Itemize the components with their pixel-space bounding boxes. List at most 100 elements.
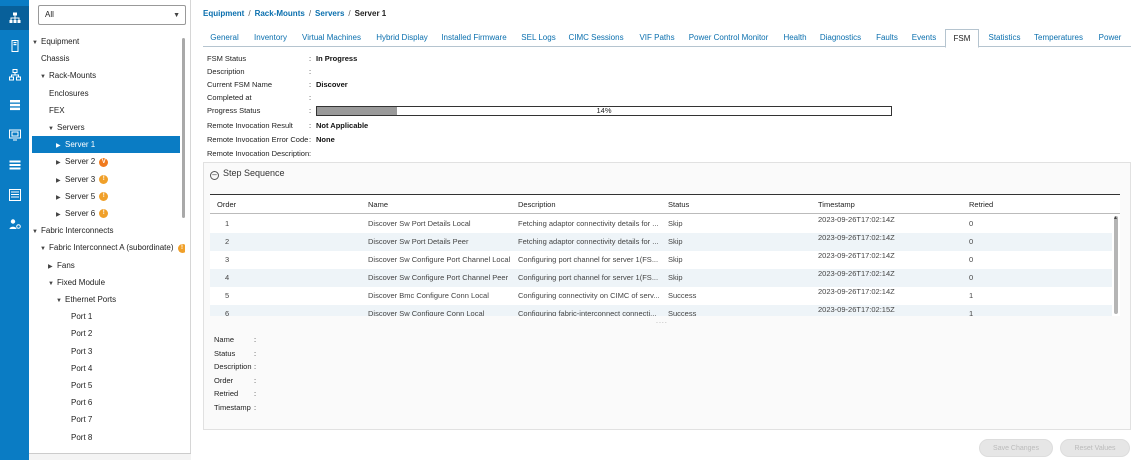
breadcrumb-link-rack-mounts[interactable]: Rack-Mounts [255, 9, 305, 18]
cell-status: Skip [668, 219, 683, 228]
breadcrumb-separator: / [248, 9, 251, 18]
cell-timestamp: 2023-09-26T17:02:14Z [818, 233, 895, 242]
table-row[interactable]: 4 Discover Sw Configure Port Channel Peer… [210, 269, 1112, 287]
tree-item-port-2[interactable]: Port 2 [71, 325, 92, 342]
tree-item-port-6[interactable]: Port 6 [71, 394, 92, 411]
tree-item-fans[interactable]: ▶ Fans [48, 257, 75, 274]
tree-item-port-7[interactable]: Port 7 [71, 411, 92, 428]
scroll-up-arrow-icon[interactable]: ▲ [1113, 215, 1118, 221]
cell-order: 1 [225, 219, 230, 228]
caret-down-icon[interactable]: ▼ [40, 69, 49, 86]
minor-fault-icon: ! [99, 174, 109, 184]
tab-installed-firmware[interactable]: Installed Firmware [438, 29, 510, 47]
minor-fault-icon: ! [99, 192, 109, 202]
rail-item-lan[interactable] [0, 63, 29, 87]
tree-item-enclosures[interactable]: Enclosures [49, 85, 89, 102]
tab-virtual-machines[interactable]: Virtual Machines [300, 29, 363, 47]
step-sequence-header[interactable]: – Step Sequence [210, 167, 285, 180]
tree-item-label: Server 5 [65, 191, 96, 201]
nav-horizontal-scrollbar[interactable] [29, 453, 191, 460]
rail-item-vm[interactable] [0, 123, 29, 147]
tab-faults[interactable]: Faults [872, 29, 902, 47]
tree-item-fex[interactable]: FEX [49, 102, 65, 119]
caret-down-icon[interactable]: ▼ [56, 293, 65, 310]
column-header-name[interactable]: Name [368, 195, 388, 214]
cell-order: 4 [225, 273, 230, 282]
rail-item-admin-list[interactable] [0, 183, 29, 207]
table-row[interactable]: 3 Discover Sw Configure Port Channel Loca… [210, 251, 1112, 269]
rail-item-user-settings[interactable] [0, 212, 29, 236]
cell-timestamp: 2023-09-26T17:02:14Z [818, 251, 895, 260]
tree-item-port-8[interactable]: Port 8 [71, 429, 92, 446]
tree-item-server-1[interactable]: ▶ Server 1 [32, 136, 180, 154]
tab-temperatures[interactable]: Temperatures [1030, 29, 1087, 47]
reset-values-button[interactable]: Reset Values [1060, 439, 1130, 457]
tab-inventory[interactable]: Inventory [252, 29, 289, 47]
tree-item-port-4[interactable]: Port 4 [71, 360, 92, 377]
tree-item-fixed-module[interactable]: ▼ Fixed Module [48, 274, 105, 291]
table-row[interactable]: 2 Discover Sw Port Details Peer Fetching a… [210, 233, 1112, 251]
rail-item-san-storage[interactable] [0, 93, 29, 117]
minor-fault-icon: ! [99, 209, 109, 219]
cell-retried: 1 [969, 309, 974, 316]
rail-item-storage-stack[interactable] [0, 153, 29, 177]
pane-splitter[interactable]: .... [656, 318, 668, 325]
tab-power-control-monitor[interactable]: Power Control Monitor [686, 29, 771, 47]
table-scrollbar[interactable]: ▲ [1113, 215, 1118, 314]
table-scrollbar-thumb[interactable] [1114, 216, 1118, 314]
detail-colon: : [254, 335, 257, 344]
tree-item-server-3[interactable]: ▶ Server 3! [56, 171, 109, 188]
lan-icon [8, 69, 21, 81]
tree-item-server-6[interactable]: ▶ Server 6! [56, 205, 109, 222]
detail-colon: : [254, 403, 257, 412]
tree-item-port-3[interactable]: Port 3 [71, 343, 92, 360]
tab-diagnostics[interactable]: Diagnostics [818, 29, 863, 47]
tree-item-port-5[interactable]: Port 5 [71, 377, 92, 394]
tab-statistics[interactable]: Statistics [988, 29, 1021, 47]
column-header-status[interactable]: Status [668, 195, 689, 214]
tree-item-label: Port 2 [71, 329, 93, 339]
detail-label: Name [214, 335, 235, 344]
fsm-remote-error-label: Remote Invocation Error Code [207, 135, 309, 144]
breadcrumb-link-equipment[interactable]: Equipment [203, 9, 244, 18]
cell-description: Fetching adaptor connectivity details fo… [518, 237, 659, 246]
tree-item-port-1[interactable]: Port 1 [71, 308, 92, 325]
table-row[interactable]: 5 Discover Bmc Configure Conn Local Config… [210, 287, 1112, 305]
column-header-description[interactable]: Description [518, 195, 556, 214]
tab-fsm[interactable]: FSM [945, 29, 979, 48]
tab-health[interactable]: Health [779, 29, 811, 47]
tree-item-server-5[interactable]: ▶ Server 5! [56, 188, 109, 205]
nav-filter-dropdown[interactable]: All ▼ [38, 5, 186, 25]
tree-item-equipment[interactable]: ▼ Equipment [32, 33, 79, 50]
tree-item-fabric-interconnects[interactable]: ▼ Fabric Interconnects [32, 222, 113, 239]
tab-cimc-sessions[interactable]: CIMC Sessions [565, 29, 627, 47]
tab-general[interactable]: General [203, 29, 246, 47]
caret-down-icon[interactable]: ▼ [32, 35, 41, 52]
tree-item-label: Fans [57, 260, 75, 270]
collapse-minus-icon[interactable]: – [210, 171, 219, 180]
save-changes-button[interactable]: Save Changes [979, 439, 1053, 457]
fsm-current-name-label: Current FSM Name [207, 80, 273, 89]
tree-item-server-2[interactable]: ▶ Server 2V [56, 153, 109, 170]
tree-item-label: Rack-Mounts [49, 71, 97, 81]
column-header-retried[interactable]: Retried [969, 195, 993, 214]
table-row[interactable]: 6 Discover Sw Configure Conn Local Configu… [210, 305, 1112, 316]
detail-label: Timestamp [214, 403, 251, 412]
tab-sel-logs[interactable]: SEL Logs [520, 29, 557, 47]
rail-item-server[interactable] [0, 34, 29, 58]
tab-vif-paths[interactable]: VIF Paths [636, 29, 678, 47]
breadcrumb-link-servers[interactable]: Servers [315, 9, 344, 18]
breadcrumb-separator: / [348, 9, 351, 18]
tree-item-fabric-interconnect-a-subordinate[interactable]: ▼ Fabric Interconnect A (subordinate)! [40, 239, 185, 256]
table-row[interactable]: 1 Discover Sw Port Details Local Fetching … [210, 215, 1112, 233]
rail-item-network-topology[interactable] [0, 6, 29, 30]
nav-scrollbar[interactable] [182, 38, 185, 218]
tree-item-rack-mounts[interactable]: ▼ Rack-Mounts [40, 67, 96, 84]
tab-hybrid-display[interactable]: Hybrid Display [374, 29, 430, 47]
tree-item-ethernet-ports[interactable]: ▼ Ethernet Ports [56, 291, 116, 308]
tree-item-chassis[interactable]: Chassis [41, 50, 69, 67]
column-header-order[interactable]: Order [217, 195, 236, 214]
tab-power[interactable]: Power [1097, 29, 1123, 47]
tab-events[interactable]: Events [910, 29, 938, 47]
tree-item-servers[interactable]: ▼ Servers [48, 119, 85, 136]
